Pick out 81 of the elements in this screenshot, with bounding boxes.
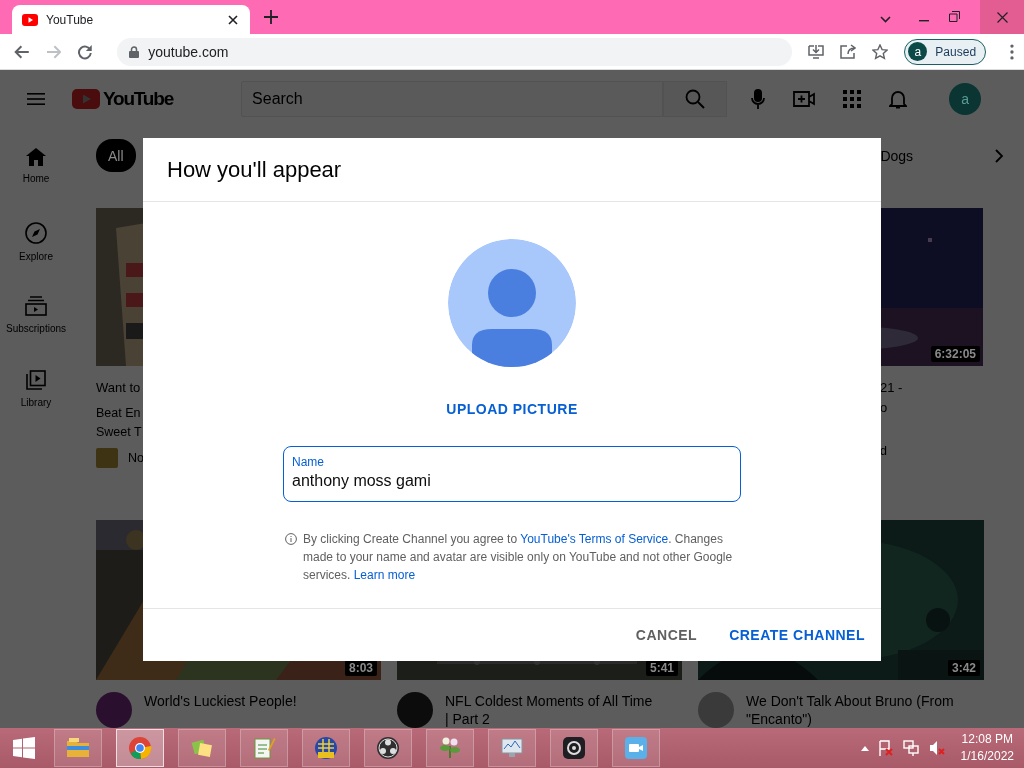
- install-icon[interactable]: [808, 44, 825, 59]
- plant-icon: [438, 736, 462, 760]
- menu-icon[interactable]: [27, 93, 45, 105]
- cancel-button[interactable]: CANCEL: [619, 617, 714, 653]
- library-icon: [26, 370, 46, 390]
- browser-icon: [128, 736, 152, 760]
- reload-icon[interactable]: [77, 43, 94, 60]
- create-channel-button[interactable]: CREATE CHANNEL: [713, 617, 881, 653]
- info-icon: [285, 533, 297, 545]
- person-avatar-icon: [448, 239, 576, 367]
- avatar: a: [908, 42, 928, 61]
- address-field[interactable]: youtube.com: [117, 37, 793, 66]
- video-meta: Sweet T: [96, 424, 143, 441]
- play-logo-icon: [22, 13, 38, 26]
- apps-grid-icon[interactable]: [843, 90, 862, 108]
- clock-time[interactable]: 12:08 PM: [961, 731, 1013, 748]
- notepad-icon: [252, 736, 276, 760]
- monitor-chart-icon: [500, 736, 524, 760]
- back-arrow-icon[interactable]: [14, 44, 30, 59]
- search-button[interactable]: [663, 81, 728, 117]
- filter-chip[interactable]: All: [96, 139, 136, 172]
- game-cube-icon: [314, 736, 338, 760]
- taskbar-button[interactable]: [550, 729, 598, 767]
- close-icon[interactable]: [228, 14, 238, 25]
- badge-icon: [96, 448, 118, 468]
- star-icon[interactable]: [872, 43, 889, 60]
- folder-icon: [66, 736, 90, 760]
- lock-icon: [129, 45, 140, 58]
- share-icon[interactable]: [840, 44, 857, 59]
- link[interactable]: Learn more: [353, 568, 416, 582]
- dialog-title: How you'll appear: [167, 156, 342, 183]
- microphone-icon[interactable]: [751, 89, 766, 109]
- caret-down-icon[interactable]: [880, 16, 891, 23]
- video-title[interactable]: 21 - o: [880, 378, 984, 418]
- video-meta: No: [128, 449, 144, 467]
- close-icon: [996, 11, 1008, 23]
- name-field[interactable]: Name anthony moss gami: [283, 446, 741, 502]
- profile-button[interactable]: a Paused: [904, 38, 987, 65]
- video-camera-plus-icon[interactable]: [793, 91, 816, 107]
- upload-picture-button[interactable]: UPLOAD PICTURE: [430, 391, 594, 427]
- video-title[interactable]: We Don't Talk About Bruno (From "Encanto"): [746, 692, 954, 728]
- guide-item[interactable]: Explore: [0, 222, 72, 272]
- search-field[interactable]: Search: [241, 81, 664, 117]
- home-icon: [26, 148, 46, 166]
- minimize-icon[interactable]: [919, 20, 929, 22]
- channel-avatar: [698, 692, 734, 728]
- plus-icon[interactable]: [264, 10, 278, 24]
- compass-icon: [25, 222, 47, 244]
- account-avatar[interactable]: a: [949, 83, 982, 115]
- subscriptions-icon: [25, 296, 47, 316]
- chevron-right-icon[interactable]: [995, 148, 1005, 163]
- duration-label: 3:42: [947, 660, 980, 676]
- guide-item[interactable]: Subscriptions: [0, 296, 72, 346]
- video-title[interactable]: World's Luckiest People!: [144, 692, 297, 728]
- flag-icon[interactable]: [878, 740, 893, 756]
- record-icon: [376, 736, 400, 760]
- video-camera-icon: [624, 736, 648, 760]
- restore-icon[interactable]: [949, 11, 960, 22]
- browser-tab[interactable]: YouTube: [12, 5, 250, 34]
- window-close-button[interactable]: [980, 0, 1024, 34]
- video-meta: d: [880, 443, 888, 460]
- network-icon[interactable]: [902, 740, 919, 756]
- guide-item[interactable]: Home: [0, 148, 72, 198]
- channel-avatar: [397, 692, 433, 728]
- caret-up-icon[interactable]: [860, 745, 869, 751]
- video-meta: Beat En: [96, 405, 142, 422]
- search-icon: [685, 89, 706, 109]
- clock-date[interactable]: 1/16/2022: [960, 748, 1014, 765]
- guide-item[interactable]: Library: [0, 370, 72, 420]
- taskbar-button[interactable]: [364, 729, 412, 767]
- notice-text: By clicking Create Channel you agree to YouTube's Terms of Service. Changes made to your name and avatar are visible only on YouTube and not other Google services. Learn more: [303, 531, 733, 584]
- play-logo-icon: [72, 89, 100, 109]
- logo[interactable]: YouTube: [72, 88, 174, 110]
- duration-label: 6:32:05: [930, 346, 980, 362]
- camera-ring-icon: [562, 736, 586, 760]
- menu-icon[interactable]: [1010, 43, 1014, 60]
- channel-avatar: [96, 692, 132, 728]
- windows-logo-icon: [13, 737, 35, 759]
- bell-icon[interactable]: [889, 89, 908, 109]
- speaker-muted-icon[interactable]: [928, 740, 945, 756]
- video-title[interactable]: NFL Coldest Moments of All Time | Part 2: [445, 692, 653, 728]
